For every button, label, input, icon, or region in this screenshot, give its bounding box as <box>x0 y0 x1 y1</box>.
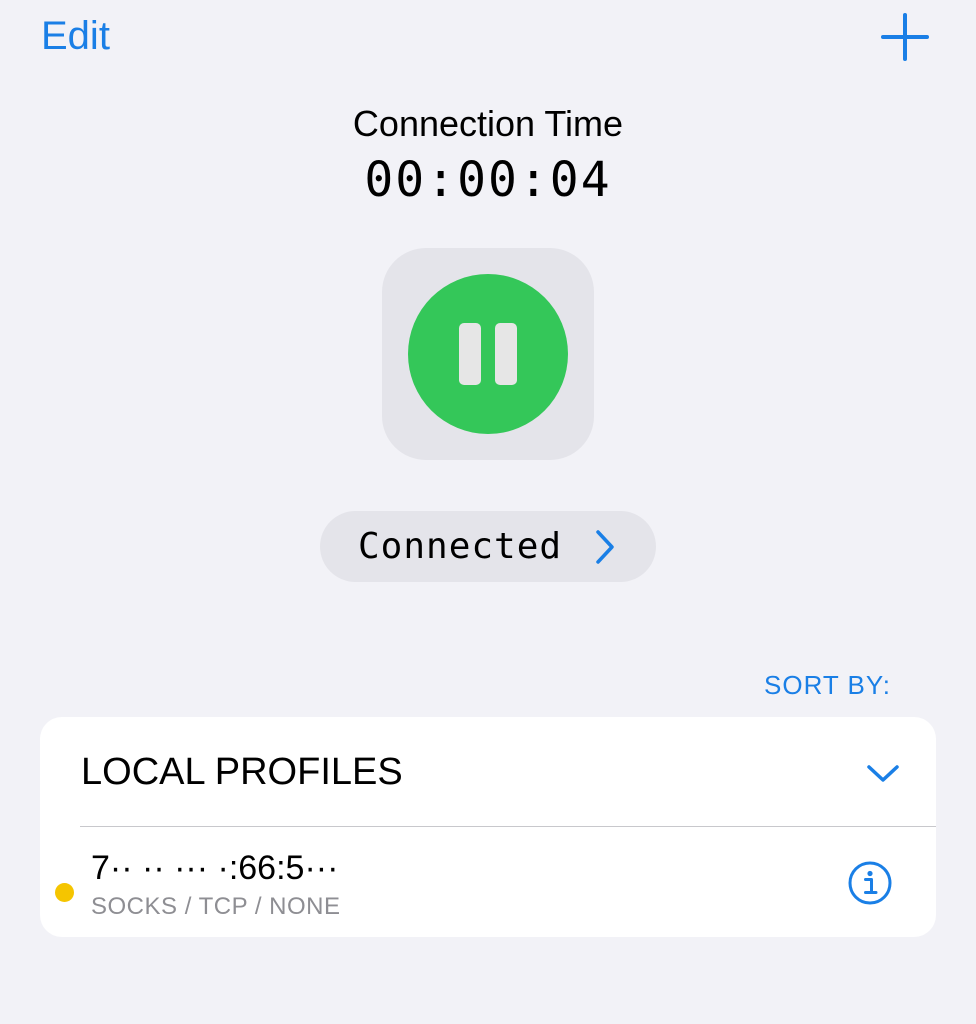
local-profiles-card: LOCAL PROFILES 7·· ·· ··· ·:66:5··· SOCK… <box>40 717 936 937</box>
connection-toggle-button[interactable] <box>408 274 568 434</box>
plus-icon <box>881 13 929 61</box>
profile-row[interactable]: 7·· ·· ··· ·:66:5··· SOCKS / TCP / NONE <box>40 827 936 937</box>
add-profile-button[interactable] <box>880 12 930 62</box>
section-title: LOCAL PROFILES <box>81 751 403 793</box>
sort-by-button[interactable]: SORT BY: <box>764 668 891 702</box>
profile-name: 7·· ·· ··· ·:66:5··· <box>91 849 339 887</box>
edit-button[interactable]: Edit <box>41 12 110 60</box>
connection-time-label: Connection Time <box>352 103 624 144</box>
connection-status-label: Connected <box>358 526 563 567</box>
chevron-down-icon <box>867 765 899 782</box>
profile-info-button[interactable] <box>847 860 893 906</box>
profile-status-dot <box>55 883 74 902</box>
info-icon <box>848 861 892 905</box>
chevron-right-icon <box>596 530 614 564</box>
pause-icon <box>459 323 481 385</box>
connection-toggle-tile <box>382 248 594 460</box>
pause-icon-bar <box>495 323 517 385</box>
local-profiles-header[interactable]: LOCAL PROFILES <box>40 717 936 827</box>
profile-detail: SOCKS / TCP / NONE <box>91 893 341 920</box>
connection-timer: 00:00:04 <box>364 152 612 208</box>
connection-status-button[interactable]: Connected <box>320 511 656 582</box>
